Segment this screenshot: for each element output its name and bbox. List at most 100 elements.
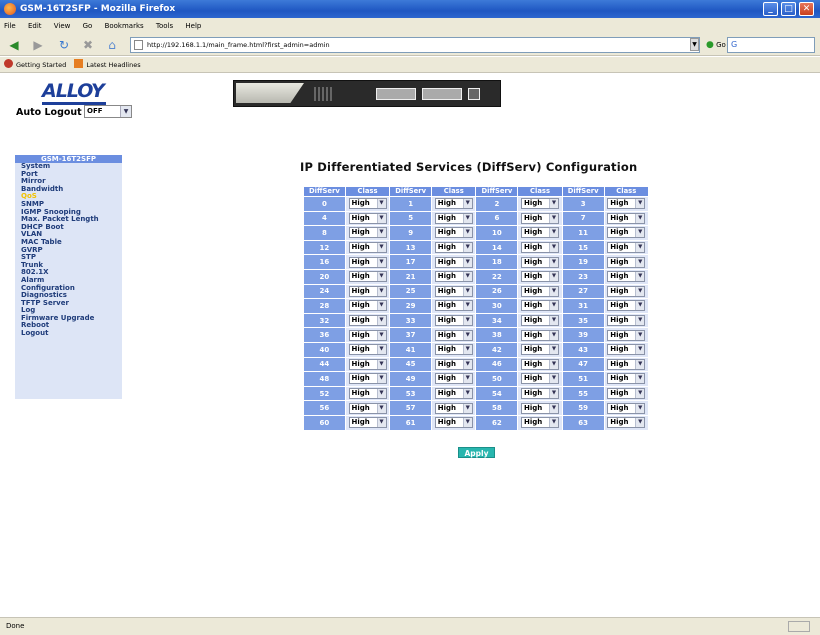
class-select-50[interactable]: High ▼ <box>521 373 559 385</box>
chevron-down-icon: ▼ <box>635 403 645 413</box>
class-select-41[interactable]: High ▼ <box>434 344 473 356</box>
class-select-13[interactable]: High ▼ <box>434 242 473 254</box>
class-select-17[interactable]: High ▼ <box>434 256 473 268</box>
class-select-52[interactable]: High ▼ <box>348 388 387 400</box>
class-select-45[interactable]: High ▼ <box>434 358 473 370</box>
class-select-57[interactable]: High ▼ <box>434 402 473 414</box>
class-select-35[interactable]: High ▼ <box>607 315 646 327</box>
class-select-47[interactable]: High ▼ <box>607 358 646 370</box>
class-select-value: High <box>437 374 457 383</box>
class-select-value: High <box>351 301 370 310</box>
class-select-21[interactable]: High ▼ <box>434 271 473 283</box>
class-select-37[interactable]: High ▼ <box>434 329 473 341</box>
class-select-62[interactable]: High ▼ <box>521 417 559 429</box>
class-select-59[interactable]: High ▼ <box>607 402 646 414</box>
menu-bookmarks[interactable]: Bookmarks <box>105 22 144 30</box>
class-select-42[interactable]: High ▼ <box>521 344 559 356</box>
close-button[interactable]: ✕ <box>799 2 814 16</box>
class-select-23[interactable]: High ▼ <box>607 271 646 283</box>
class-select-12[interactable]: High ▼ <box>348 242 387 254</box>
class-select-54[interactable]: High ▼ <box>521 388 559 400</box>
chevron-down-icon: ▼ <box>462 403 472 413</box>
class-select-36[interactable]: High ▼ <box>348 329 387 341</box>
class-select-3[interactable]: High ▼ <box>607 198 646 210</box>
class-select-4[interactable]: High ▼ <box>348 212 387 224</box>
minimize-button[interactable]: _ <box>763 2 778 16</box>
class-select-14[interactable]: High ▼ <box>521 242 559 254</box>
class-select-6[interactable]: High ▼ <box>521 212 559 224</box>
menu-file[interactable]: File <box>4 22 16 30</box>
forward-icon[interactable]: ▶ <box>30 37 46 53</box>
stop-icon[interactable]: ✖ <box>80 37 96 53</box>
class-select-26[interactable]: High ▼ <box>521 285 559 297</box>
class-select-55[interactable]: High ▼ <box>607 388 646 400</box>
class-select-39[interactable]: High ▼ <box>607 329 646 341</box>
class-select-53[interactable]: High ▼ <box>434 388 473 400</box>
class-select-11[interactable]: High ▼ <box>607 227 646 239</box>
class-select-63[interactable]: High ▼ <box>607 417 646 429</box>
class-select-0[interactable]: High ▼ <box>348 198 387 210</box>
class-cell: High ▼ <box>345 415 390 430</box>
url-bar[interactable]: http://192.168.1.1/main_frame.html?first… <box>130 37 700 53</box>
apply-button[interactable]: Apply <box>458 447 495 458</box>
menu-view[interactable]: View <box>54 22 71 30</box>
sidebar-item-logout[interactable]: Logout <box>15 329 122 338</box>
class-select-2[interactable]: High ▼ <box>521 198 559 210</box>
home-icon[interactable]: ⌂ <box>104 37 120 53</box>
url-dropdown-icon[interactable]: ▼ <box>690 38 699 51</box>
class-select-49[interactable]: High ▼ <box>434 373 473 385</box>
class-select-24[interactable]: High ▼ <box>348 285 387 297</box>
class-select-22[interactable]: High ▼ <box>521 271 559 283</box>
class-select-40[interactable]: High ▼ <box>348 344 387 356</box>
reload-icon[interactable]: ↻ <box>56 37 72 53</box>
class-select-25[interactable]: High ▼ <box>434 285 473 297</box>
class-select-28[interactable]: High ▼ <box>348 300 387 312</box>
column-header-diffserv: DiffServ <box>304 187 345 196</box>
class-select-10[interactable]: High ▼ <box>521 227 559 239</box>
class-select-60[interactable]: High ▼ <box>348 417 387 429</box>
search-input[interactable]: G <box>727 37 815 53</box>
auto-logout-select[interactable]: OFF ▼ <box>84 105 132 118</box>
class-select-29[interactable]: High ▼ <box>434 300 473 312</box>
class-cell: High ▼ <box>518 211 562 226</box>
class-select-value: High <box>610 359 629 368</box>
go-button[interactable]: ● Go <box>706 38 726 52</box>
class-select-46[interactable]: High ▼ <box>521 358 559 370</box>
class-select-16[interactable]: High ▼ <box>348 256 387 268</box>
class-select-48[interactable]: High ▼ <box>348 373 387 385</box>
class-select-32[interactable]: High ▼ <box>348 315 387 327</box>
class-select-value: High <box>437 301 457 310</box>
class-select-value: High <box>437 359 457 368</box>
menu-go[interactable]: Go <box>83 22 93 30</box>
class-cell: High ▼ <box>432 284 476 299</box>
class-select-9[interactable]: High ▼ <box>434 227 473 239</box>
class-select-51[interactable]: High ▼ <box>607 373 646 385</box>
bookmark-latest-headlines[interactable]: Latest Headlines <box>74 57 141 73</box>
class-select-15[interactable]: High ▼ <box>607 242 646 254</box>
class-select-43[interactable]: High ▼ <box>607 344 646 356</box>
class-select-33[interactable]: High ▼ <box>434 315 473 327</box>
bookmark-getting-started[interactable]: Getting Started <box>4 57 66 73</box>
class-select-1[interactable]: High ▼ <box>434 198 473 210</box>
class-select-18[interactable]: High ▼ <box>521 256 559 268</box>
column-header-class: Class <box>604 187 648 196</box>
class-select-20[interactable]: High ▼ <box>348 271 387 283</box>
class-select-31[interactable]: High ▼ <box>607 300 646 312</box>
class-select-38[interactable]: High ▼ <box>521 329 559 341</box>
class-select-27[interactable]: High ▼ <box>607 285 646 297</box>
class-select-56[interactable]: High ▼ <box>348 402 387 414</box>
maximize-button[interactable]: □ <box>781 2 796 16</box>
class-select-34[interactable]: High ▼ <box>521 315 559 327</box>
menu-help[interactable]: Help <box>185 22 201 30</box>
class-select-58[interactable]: High ▼ <box>521 402 559 414</box>
class-select-5[interactable]: High ▼ <box>434 212 473 224</box>
class-select-61[interactable]: High ▼ <box>434 417 473 429</box>
class-select-44[interactable]: High ▼ <box>348 358 387 370</box>
class-select-8[interactable]: High ▼ <box>348 227 387 239</box>
menu-edit[interactable]: Edit <box>28 22 42 30</box>
class-select-7[interactable]: High ▼ <box>607 212 646 224</box>
class-select-30[interactable]: High ▼ <box>521 300 559 312</box>
class-select-19[interactable]: High ▼ <box>607 256 646 268</box>
back-icon[interactable]: ◀ <box>6 37 22 53</box>
menu-tools[interactable]: Tools <box>156 22 173 30</box>
